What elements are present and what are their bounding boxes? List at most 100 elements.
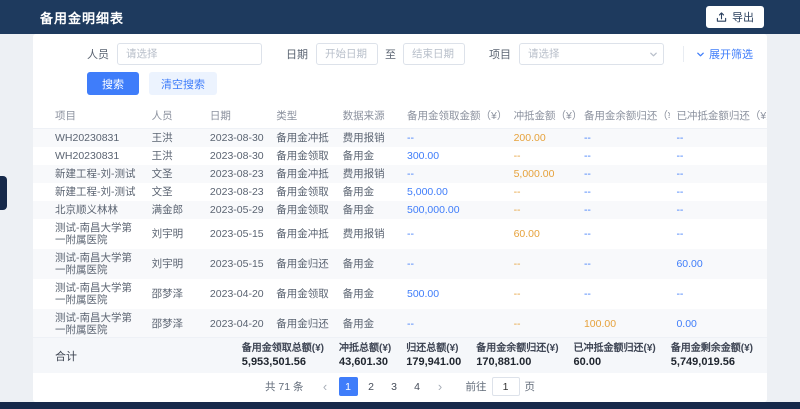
project-cell: 新建工程-刘-测试 xyxy=(33,183,146,201)
project-filter-input[interactable] xyxy=(519,43,664,65)
goto-page: 前往 页 xyxy=(466,377,536,396)
export-button-label: 导出 xyxy=(732,9,754,25)
page-list: 1234 xyxy=(339,377,427,396)
amount-cell: -- xyxy=(578,249,671,279)
date-end-input[interactable] xyxy=(403,43,465,65)
amount-cell: -- xyxy=(670,183,767,201)
goto-suffix-label: 页 xyxy=(525,379,536,394)
amount-cell: -- xyxy=(401,309,508,337)
amount-cell: -- xyxy=(578,279,671,309)
source-cell: 费用报销 xyxy=(337,165,401,183)
table-row: 新建工程-刘-测试文圣2023-08-23备用金冲抵费用报销--5,000.00… xyxy=(33,165,767,183)
amount-cell: 500,000.00 xyxy=(401,201,508,219)
project-cell: 新建工程-刘-测试 xyxy=(33,165,146,183)
person-filter-input[interactable] xyxy=(117,43,262,65)
date-cell: 2023-05-29 xyxy=(204,201,270,219)
column-header: 已冲抵金额归还（¥） xyxy=(670,103,767,129)
source-cell: 费用报销 xyxy=(337,129,401,148)
date-cell: 2023-08-30 xyxy=(204,129,270,148)
table-row: 北京顺义林林满金郎2023-05-29备用金领取备用金500,000.00---… xyxy=(33,201,767,219)
amount-cell: -- xyxy=(508,279,578,309)
select-chevron-down-icon xyxy=(649,50,658,59)
column-header: 人员 xyxy=(146,103,204,129)
topbar: 备用金明细表 导出 xyxy=(0,0,800,34)
table-row: 测试-南昌大学第一附属医院邵梦泽2023-04-20备用金归还备用金----10… xyxy=(33,309,767,337)
expand-filters-link[interactable]: 展开筛选 xyxy=(683,46,753,62)
type-cell: 备用金归还 xyxy=(270,309,336,337)
type-cell: 备用金冲抵 xyxy=(270,165,336,183)
amount-cell: -- xyxy=(508,309,578,337)
expand-filters-label: 展开筛选 xyxy=(709,46,753,62)
amount-cell: -- xyxy=(401,219,508,249)
person-cell: 刘宇明 xyxy=(146,219,204,249)
table-row: WH20230831王洪2023-08-30备用金领取备用金300.00----… xyxy=(33,147,767,165)
amount-cell: -- xyxy=(508,147,578,165)
date-filter-label: 日期 xyxy=(286,46,308,62)
amount-cell: 0.00 xyxy=(670,309,767,337)
amount-cell: -- xyxy=(578,201,671,219)
search-button[interactable]: 搜索 xyxy=(87,72,139,95)
page-title: 备用金明细表 xyxy=(40,8,124,27)
page-button[interactable]: 4 xyxy=(408,377,427,396)
amount-cell: -- xyxy=(670,165,767,183)
summary-stat-value: 179,941.00 xyxy=(406,355,461,369)
amount-cell: -- xyxy=(578,147,671,165)
source-cell: 备用金 xyxy=(337,309,401,337)
summary-bar: 合计 备用金领取总额(¥)5,953,501.56冲抵总额(¥)43,601.3… xyxy=(33,337,767,373)
column-header: 冲抵金额（¥） xyxy=(508,103,578,129)
amount-cell: -- xyxy=(670,147,767,165)
prev-page-button[interactable]: ‹ xyxy=(316,377,335,396)
column-header: 日期 xyxy=(204,103,270,129)
export-icon xyxy=(716,12,727,23)
amount-cell: 500.00 xyxy=(401,279,508,309)
column-header: 项目 xyxy=(33,103,146,129)
amount-cell: -- xyxy=(670,219,767,249)
amount-cell: 100.00 xyxy=(578,309,671,337)
summary-stat-value: 170,881.00 xyxy=(476,355,558,369)
table-row: WH20230831王洪2023-08-30备用金冲抵费用报销--200.00-… xyxy=(33,129,767,148)
person-cell: 王洪 xyxy=(146,129,204,148)
source-cell: 备用金 xyxy=(337,183,401,201)
summary-stat: 已冲抵金额归还(¥)60.00 xyxy=(574,342,656,369)
summary-stat-value: 60.00 xyxy=(574,355,656,369)
amount-cell: -- xyxy=(670,201,767,219)
pagination-bar: 共 71 条 ‹ 1234 › 前往 页 xyxy=(33,373,767,402)
date-start-input[interactable] xyxy=(316,43,378,65)
next-page-button[interactable]: › xyxy=(431,377,450,396)
type-cell: 备用金冲抵 xyxy=(270,129,336,148)
table-header-row: 项目人员日期类型数据来源备用金领取金额（¥）冲抵金额（¥）备用金余额归还（¥）已… xyxy=(33,103,767,129)
project-filter-select[interactable] xyxy=(519,43,664,65)
petty-cash-table: 项目人员日期类型数据来源备用金领取金额（¥）冲抵金额（¥）备用金余额归还（¥）已… xyxy=(33,103,767,337)
amount-cell: 5,000.00 xyxy=(508,165,578,183)
column-header: 类型 xyxy=(270,103,336,129)
amount-cell: -- xyxy=(508,249,578,279)
person-cell: 刘宇明 xyxy=(146,249,204,279)
summary-stat-label: 备用金领取总额(¥) xyxy=(242,342,324,355)
goto-page-input[interactable] xyxy=(492,377,520,396)
amount-cell: 60.00 xyxy=(670,249,767,279)
summary-stat: 归还总额(¥)179,941.00 xyxy=(406,342,461,369)
action-bar: 搜索 清空搜索 xyxy=(33,65,767,101)
date-cell: 2023-08-23 xyxy=(204,183,270,201)
summary-stat-label: 备用金剩余金额(¥) xyxy=(671,342,753,355)
date-range-separator: 至 xyxy=(385,46,396,62)
summary-stat: 备用金余额归还(¥)170,881.00 xyxy=(476,342,558,369)
project-cell: WH20230831 xyxy=(33,129,146,148)
amount-cell: -- xyxy=(578,183,671,201)
table-row: 测试-南昌大学第一附属医院刘宇明2023-05-15备用金归还备用金------… xyxy=(33,249,767,279)
summary-stat: 备用金剩余金额(¥)5,749,019.56 xyxy=(671,342,753,369)
page-button[interactable]: 1 xyxy=(339,377,358,396)
summary-stats: 备用金领取总额(¥)5,953,501.56冲抵总额(¥)43,601.30归还… xyxy=(242,342,753,369)
page-button[interactable]: 3 xyxy=(385,377,404,396)
amount-cell: 300.00 xyxy=(401,147,508,165)
clear-search-button[interactable]: 清空搜索 xyxy=(149,72,217,95)
project-cell: 测试-南昌大学第一附属医院 xyxy=(33,249,146,279)
date-cell: 2023-04-20 xyxy=(204,279,270,309)
sidebar-collapse-handle[interactable] xyxy=(0,176,7,210)
page-button[interactable]: 2 xyxy=(362,377,381,396)
export-button[interactable]: 导出 xyxy=(706,6,764,28)
chevron-down-icon xyxy=(696,50,705,59)
amount-cell: -- xyxy=(508,183,578,201)
source-cell: 备用金 xyxy=(337,147,401,165)
summary-stat-value: 5,749,019.56 xyxy=(671,355,753,369)
